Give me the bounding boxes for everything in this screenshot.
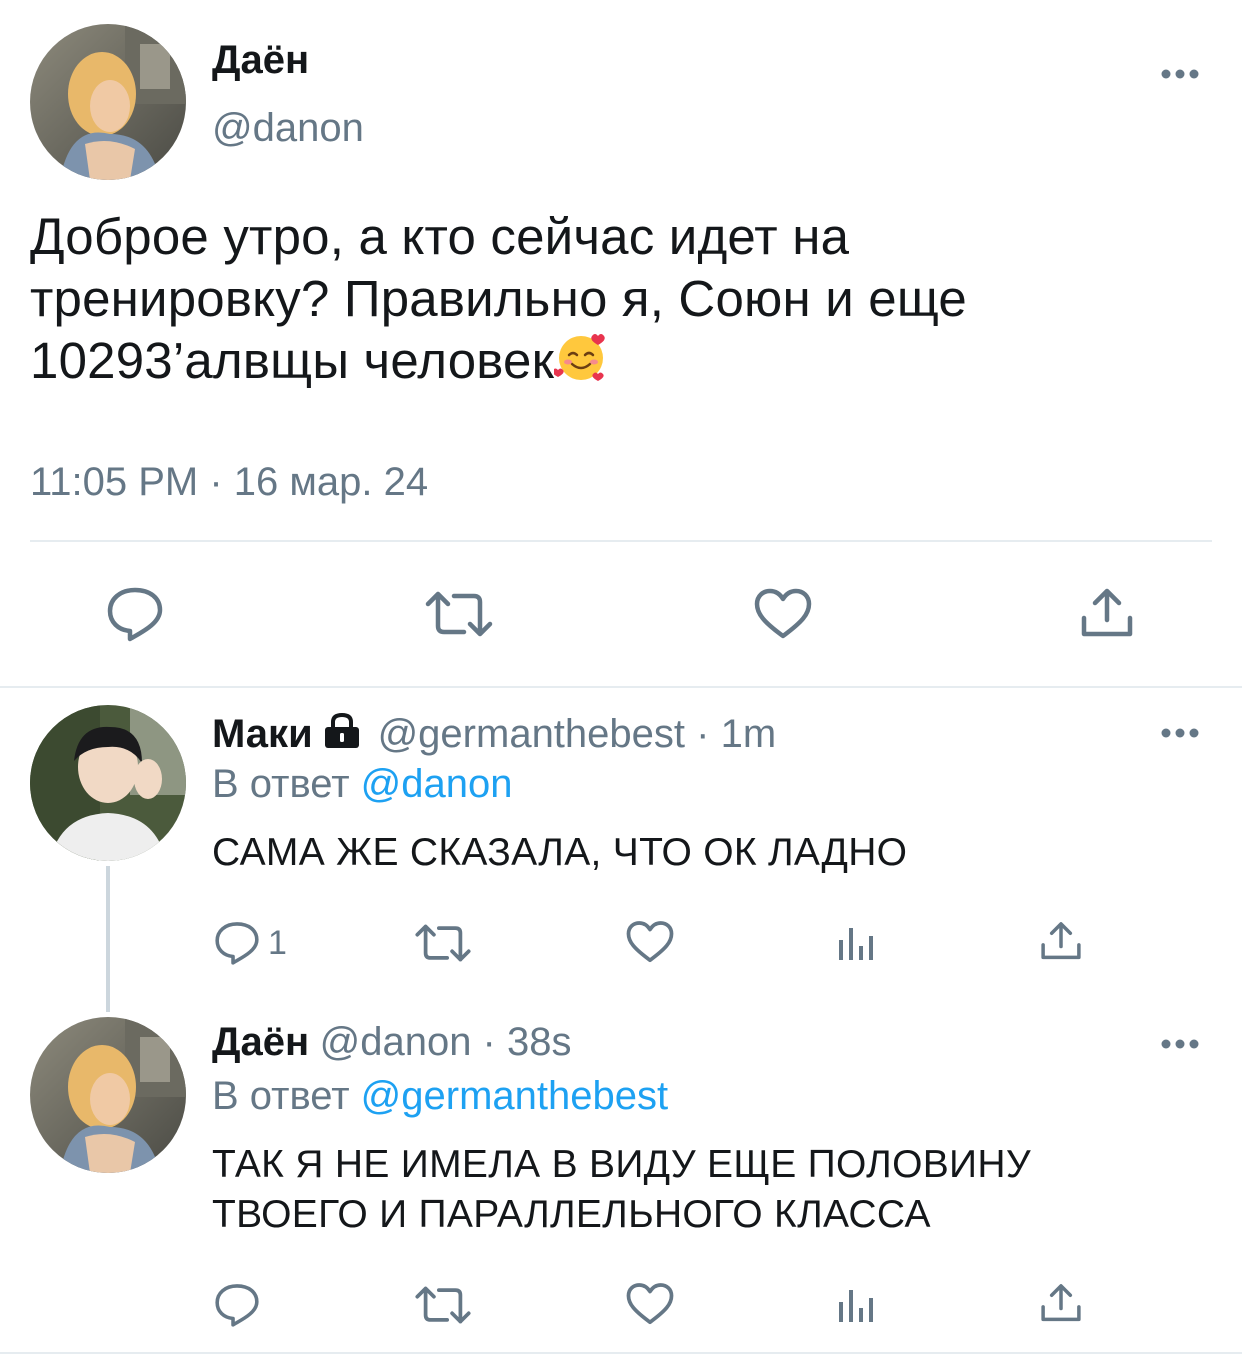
- avatar-danon[interactable]: [30, 24, 186, 180]
- reply-icon: [107, 587, 163, 642]
- tweet-text-fragment: 10293’алвщы человек: [30, 332, 555, 389]
- retweet-button[interactable]: [414, 923, 472, 963]
- tweet-text: Доброе утро, а кто сейчас идет на тренир…: [30, 206, 1210, 398]
- handle[interactable]: @danon: [212, 106, 364, 151]
- replying-to-link[interactable]: @danon: [361, 762, 513, 806]
- reply-text-line: ТАК Я НЕ ИМЕЛА В ВИДУ ЕЩЕ ПОЛОВИНУ: [212, 1143, 1031, 1186]
- share-button[interactable]: [1080, 586, 1134, 640]
- like-button[interactable]: [626, 920, 674, 964]
- reply-button[interactable]: [106, 586, 164, 642]
- display-name[interactable]: Даён: [212, 38, 309, 83]
- divider: [0, 1352, 1242, 1354]
- reply-text: САМА ЖЕ СКАЗАЛА, ЧТО ОК ЛАДНО: [212, 831, 908, 874]
- avatar-germanthebest[interactable]: [30, 705, 186, 861]
- tweet-text-line: тренировку? Правильно я, Союн и еще: [30, 270, 967, 327]
- more-options-icon[interactable]: [1160, 727, 1200, 739]
- thread-line: [106, 866, 110, 1012]
- retweet-icon: [415, 924, 471, 962]
- display-name[interactable]: Маки: [212, 712, 313, 756]
- retweet-button[interactable]: [424, 590, 494, 638]
- share-icon: [1081, 588, 1133, 637]
- like-button[interactable]: [754, 588, 812, 640]
- retweet-button[interactable]: [414, 1285, 472, 1325]
- heart-icon: [754, 588, 812, 639]
- retweet-icon: [415, 1286, 471, 1324]
- more-options-icon[interactable]: [1160, 1038, 1200, 1050]
- replying-to: В ответ @germanthebest: [212, 1074, 668, 1119]
- share-button[interactable]: [1040, 920, 1082, 962]
- more-options-icon[interactable]: [1160, 68, 1200, 80]
- heart-icon: [626, 921, 674, 963]
- display-name[interactable]: Даён: [212, 1020, 309, 1064]
- replying-to: В ответ @danon: [212, 762, 513, 807]
- share-button[interactable]: [1040, 1282, 1082, 1324]
- analytics-button[interactable]: [836, 1286, 876, 1324]
- share-icon: [1041, 922, 1081, 960]
- reply-button[interactable]: [214, 1282, 260, 1328]
- reply-text-line: ТВОЕГО И ПАРАЛЛЕЛЬНОГО КЛАССА: [212, 1193, 931, 1236]
- handle-and-time[interactable]: @germanthebest · 1m: [378, 712, 777, 756]
- like-button[interactable]: [626, 1282, 674, 1326]
- reply-button[interactable]: 1: [214, 920, 287, 966]
- analytics-icon: [839, 1290, 873, 1322]
- retweet-icon: [425, 591, 493, 637]
- divider: [30, 540, 1212, 542]
- tweet-text-line: 10293’алвщы человек: [30, 330, 1210, 398]
- replying-to-label: В ответ: [212, 762, 350, 806]
- reply-icon: [215, 1284, 259, 1327]
- tweet-text-line: Доброе утро, а кто сейчас идет на: [30, 208, 850, 265]
- reply-header: Маки @germanthebest · 1m: [212, 712, 776, 757]
- analytics-button[interactable]: [836, 924, 876, 962]
- handle-and-time[interactable]: @danon · 38s: [320, 1020, 572, 1064]
- avatar-danon[interactable]: [30, 1017, 186, 1173]
- replying-to-link[interactable]: @germanthebest: [361, 1074, 668, 1118]
- lock-icon: [323, 712, 361, 754]
- reply-count: 1: [268, 923, 287, 962]
- divider: [0, 686, 1242, 688]
- tweet-timestamp[interactable]: 11:05 PM · 16 мар. 24: [30, 460, 428, 505]
- heart-icon: [626, 1283, 674, 1325]
- reply-header: Даён @danon · 38s: [212, 1020, 571, 1065]
- replying-to-label: В ответ: [212, 1074, 350, 1118]
- reply-text: ТАК Я НЕ ИМЕЛА В ВИДУ ЕЩЕ ПОЛОВИНУ ТВОЕГ…: [212, 1140, 1031, 1240]
- reply-icon: [215, 922, 259, 965]
- analytics-icon: [839, 928, 873, 960]
- share-icon: [1041, 1284, 1081, 1322]
- smiling-face-with-hearts-icon: [552, 330, 608, 398]
